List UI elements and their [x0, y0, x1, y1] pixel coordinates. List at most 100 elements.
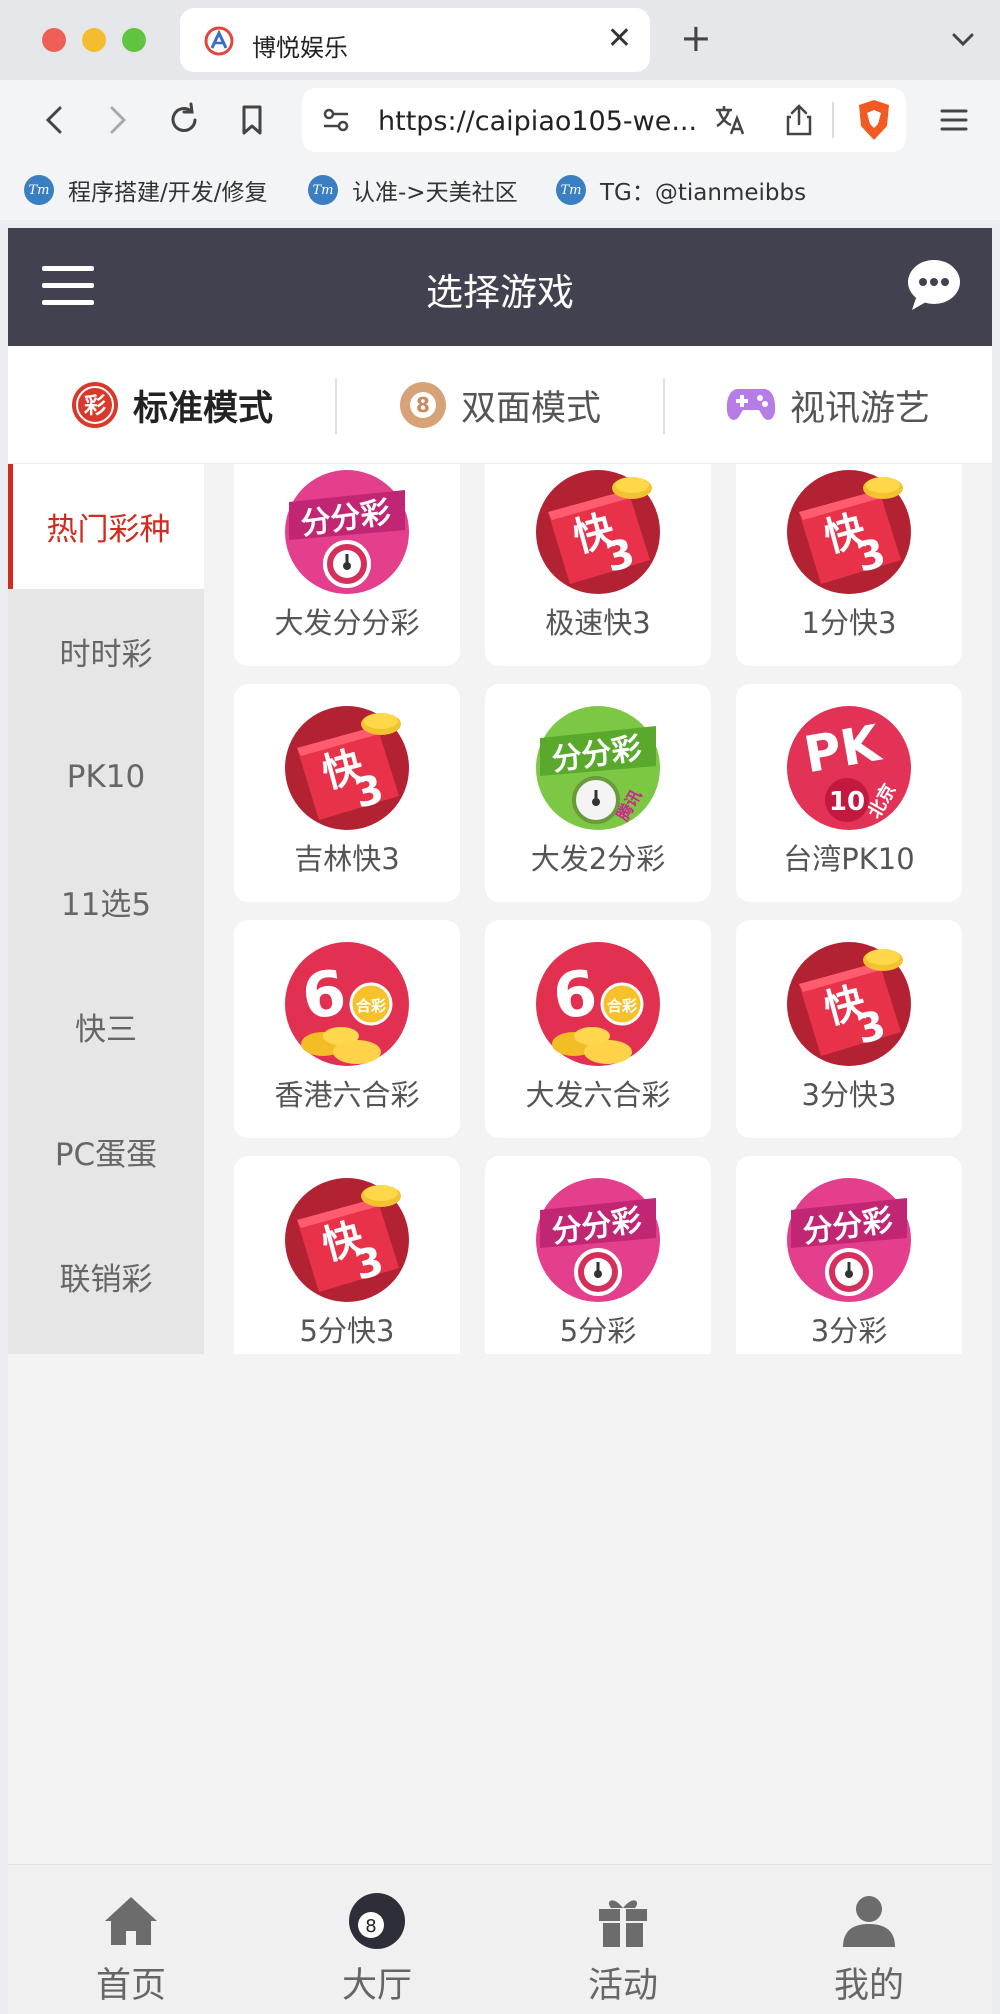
sidebar-item-pk10[interactable]: PK10 [8, 714, 204, 839]
sidebar-item-kuai3[interactable]: 快三 [8, 964, 204, 1089]
address-bar[interactable]: https://caipiao105-we... [302, 88, 906, 152]
game-label: 5分快3 [299, 1314, 395, 1348]
tab-label: 活动 [587, 1966, 658, 2006]
tab-label: 大厅 [341, 1966, 412, 2006]
bookmark-label: TG：@tianmeibbs [600, 180, 807, 206]
back-icon[interactable] [34, 100, 74, 140]
game-card[interactable]: 6 合彩 大发六合彩 [485, 920, 711, 1138]
liuhecai-icon: 6 合彩 [283, 940, 411, 1068]
tab-mine[interactable]: 我的 [746, 1865, 992, 2014]
svg-text:合彩: 合彩 [606, 997, 637, 1015]
game-label: 3分彩 [810, 1314, 888, 1348]
cai-icon: 彩 [71, 382, 118, 428]
menu-icon[interactable] [934, 100, 974, 140]
game-card[interactable]: 6 合彩 香港六合彩 [234, 920, 460, 1138]
pk10-icon: PK 10 北京 [785, 704, 913, 832]
tm-logo-icon: Tm [308, 175, 338, 205]
minimize-window-button[interactable] [82, 28, 106, 52]
share-icon[interactable] [782, 102, 816, 138]
home-icon [105, 1897, 157, 1945]
game-card[interactable]: 分分彩 大发分分彩 [234, 464, 460, 666]
bookmark-item[interactable]: Tm TG：@tianmeibbs [556, 172, 806, 208]
bookmark-item[interactable]: Tm 认准->天美社区 [308, 172, 518, 208]
game-label: 3分快3 [801, 1078, 897, 1112]
translate-icon[interactable] [712, 102, 748, 138]
gamepad-icon [726, 389, 776, 420]
new-tab-button[interactable]: + [680, 16, 712, 60]
svg-text:合彩: 合彩 [355, 997, 386, 1015]
tab-label: 我的 [833, 1966, 904, 2006]
kuai3-icon: 快 3 [785, 940, 913, 1068]
sidebar-item-hot[interactable]: 热门彩种 [8, 464, 204, 589]
close-window-button[interactable] [42, 28, 66, 52]
tab-label: 首页 [95, 1966, 166, 2006]
tab-close-icon[interactable]: ✕ [607, 22, 632, 56]
svg-text:彩: 彩 [83, 394, 106, 419]
forward-icon[interactable] [98, 100, 138, 140]
brave-shield-icon[interactable] [854, 98, 894, 142]
game-card[interactable]: PK 10 北京 台湾PK10 [736, 684, 962, 902]
reload-icon[interactable] [164, 100, 204, 140]
tab-title: 博悦娱乐 [252, 34, 348, 62]
sidebar-item-11x5[interactable]: 11选5 [8, 839, 204, 964]
game-card[interactable]: 分分彩 3分彩 [736, 1156, 962, 1354]
bookmark-label: 程序搭建/开发/修复 [68, 180, 268, 206]
game-card[interactable]: 分分彩 腾讯 大发2分彩 [485, 684, 711, 902]
fenfencai-icon: 分分彩 [534, 1176, 662, 1304]
svg-text:10: 10 [829, 787, 865, 817]
user-icon [843, 1896, 895, 1947]
tab-video-games[interactable]: 视讯游艺 [664, 346, 992, 464]
game-card[interactable]: 快 3 极速快3 [485, 464, 711, 666]
bookmark-item[interactable]: Tm 程序搭建/开发/修复 [24, 172, 268, 208]
svg-text:8: 8 [365, 1916, 376, 1937]
sidebar-item-shishicai[interactable]: 时时彩 [8, 589, 204, 714]
game-card[interactable]: 快 3 吉林快3 [234, 684, 460, 902]
svg-text:8: 8 [416, 393, 430, 417]
tab-list-chevron-icon[interactable] [950, 26, 976, 52]
fenfencai-tengxun-icon: 分分彩 腾讯 [534, 704, 662, 832]
tab-home[interactable]: 首页 [8, 1865, 254, 2014]
eight-ball-icon: 8 [349, 1893, 405, 1949]
tab-activity[interactable]: 活动 [500, 1865, 746, 2014]
browser-toolbar: https://caipiao105-we... [0, 80, 1000, 160]
game-label: 5分彩 [559, 1314, 637, 1348]
gift-icon [599, 1900, 647, 1947]
app-header: 选择游戏 [8, 228, 992, 346]
game-label: 大发六合彩 [525, 1078, 671, 1112]
mode-label: 双面模式 [460, 388, 601, 429]
tab-standard-mode[interactable]: 彩 标准模式 [8, 346, 336, 464]
game-label: 香港六合彩 [274, 1078, 420, 1112]
browser-tabstrip: 博悦娱乐 ✕ + [0, 0, 1000, 80]
game-card[interactable]: 分分彩 5分彩 [485, 1156, 711, 1354]
mode-label: 视讯游艺 [789, 388, 930, 429]
game-grid: 分分彩 大发分分彩 快 3 极速快3 快 3 1分快3 快 3 吉林快3 分分彩… [234, 464, 974, 1354]
tab-double-mode[interactable]: 8 双面模式 [336, 346, 664, 464]
game-label: 台湾PK10 [783, 842, 915, 876]
sidebar-item-pcdandan[interactable]: PC蛋蛋 [8, 1089, 204, 1214]
kuai3-icon: 快 3 [283, 1176, 411, 1304]
tab-lobby[interactable]: 8 大厅 [254, 1865, 500, 2014]
game-label: 大发2分彩 [530, 842, 666, 876]
kuai3-icon: 快 3 [534, 468, 662, 596]
game-label: 大发分分彩 [274, 606, 420, 640]
kuai3-icon: 快 3 [283, 704, 411, 832]
bookmark-icon[interactable] [232, 100, 272, 140]
fenfencai-icon: 分分彩 [785, 1176, 913, 1304]
bookmark-label: 认准->天美社区 [352, 180, 518, 206]
site-settings-icon[interactable] [320, 104, 352, 136]
site-favicon-icon [204, 26, 234, 56]
app-viewport: 选择游戏 彩 标准模式 8 双面模式 视讯游艺 热门彩种 时时彩 PK10 11… [8, 228, 992, 2014]
category-sidebar: 热门彩种 时时彩 PK10 11选5 快三 PC蛋蛋 联销彩 [8, 464, 204, 1354]
browser-tab[interactable]: 博悦娱乐 ✕ [180, 8, 650, 72]
bookmarks-bar: Tm 程序搭建/开发/修复 Tm 认准->天美社区 Tm TG：@tianmei… [0, 160, 1000, 220]
chat-icon[interactable] [906, 258, 962, 312]
bottom-tabbar: 首页 8 大厅 活动 我的 [8, 1864, 992, 2014]
sidebar-item-lianxiaocai[interactable]: 联销彩 [8, 1214, 204, 1339]
divider [832, 102, 834, 138]
maximize-window-button[interactable] [122, 28, 146, 52]
game-card[interactable]: 快 3 3分快3 [736, 920, 962, 1138]
game-card[interactable]: 快 3 1分快3 [736, 464, 962, 666]
page-title: 选择游戏 [426, 271, 574, 314]
game-card[interactable]: 快 3 5分快3 [234, 1156, 460, 1354]
mode-label: 标准模式 [132, 388, 273, 429]
